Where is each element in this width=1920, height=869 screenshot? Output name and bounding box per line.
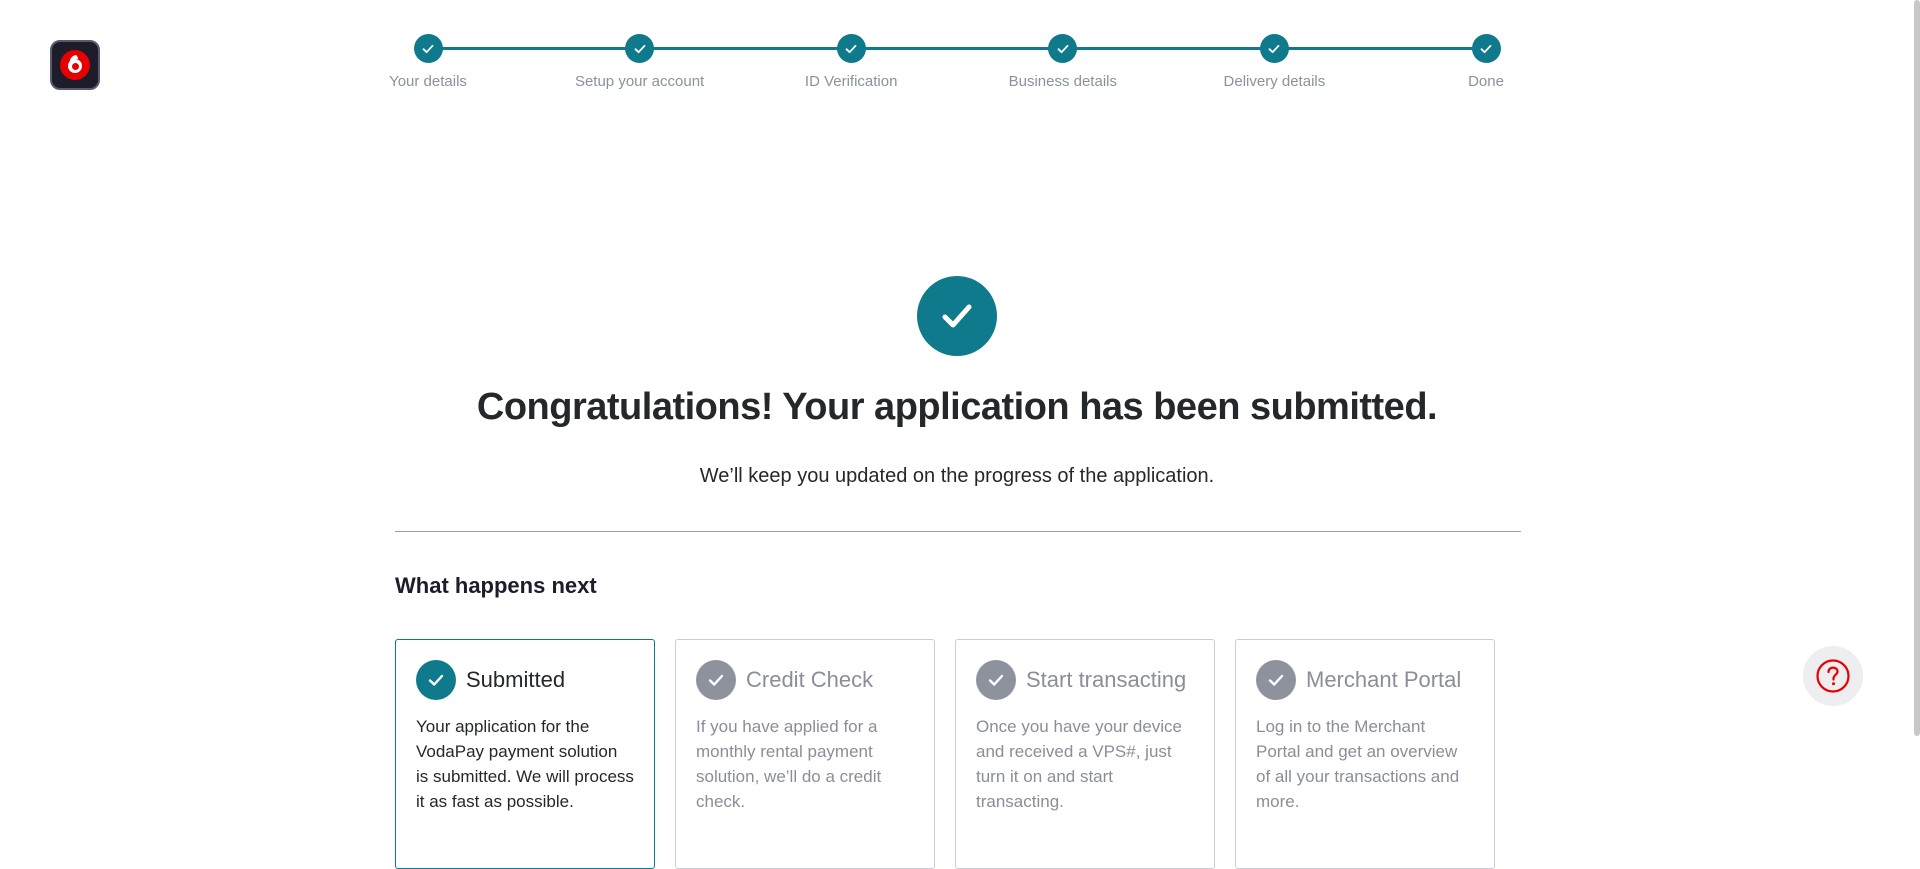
card-start-transacting: Start transacting Once you have your dev…: [955, 639, 1215, 869]
check-icon: [1048, 34, 1078, 63]
check-icon: [836, 34, 866, 63]
step-label: Delivery details: [1223, 73, 1326, 90]
step-setup-account: Setup your account: [560, 34, 720, 90]
card-title: Submitted: [466, 667, 566, 692]
step-delivery-details: Delivery details: [1194, 34, 1354, 90]
step-business-details: Business details: [983, 34, 1143, 90]
check-icon: [413, 34, 443, 63]
next-steps-cards: Submitted Your application for the VodaP…: [395, 639, 1495, 869]
card-merchant-portal: Merchant Portal Log in to the Merchant P…: [1235, 639, 1495, 869]
progress-stepper: Your details Setup your account ID Verif…: [389, 34, 1504, 104]
page-subtitle: We’ll keep you updated on the progress o…: [699, 465, 1215, 487]
card-body: Your application for the VodaPay payment…: [416, 717, 634, 811]
check-icon: [416, 660, 456, 700]
step-label: Business details: [1008, 73, 1117, 90]
step-id-verification: ID Verification: [771, 34, 931, 90]
card-body: Once you have your device and received a…: [976, 717, 1183, 811]
help-button[interactable]: [1803, 646, 1863, 706]
page-title: Congratulations! Your application has be…: [476, 386, 1438, 428]
card-credit-check: Credit Check If you have applied for a m…: [675, 639, 935, 869]
check-icon: [976, 660, 1016, 700]
check-icon: [1256, 660, 1296, 700]
scrollbar-thumb[interactable]: [1914, 0, 1920, 736]
step-label: Done: [1468, 73, 1504, 90]
step-your-details: Your details: [348, 34, 508, 90]
divider: [395, 531, 1521, 532]
success-check-icon: [917, 276, 997, 356]
check-icon: [696, 660, 736, 700]
card-submitted: Submitted Your application for the VodaP…: [395, 639, 655, 869]
step-label: Setup your account: [574, 73, 705, 90]
card-body: Log in to the Merchant Portal and get an…: [1256, 717, 1460, 811]
check-icon: [625, 34, 655, 63]
vodafone-logo-icon-svg: [60, 50, 90, 80]
check-icon: [1259, 34, 1289, 63]
check-icon: [1471, 34, 1501, 63]
step-label: ID Verification: [804, 73, 898, 90]
card-body: If you have applied for a monthly rental…: [696, 717, 882, 811]
card-title: Merchant Portal: [1306, 667, 1462, 692]
card-title: Start transacting: [1026, 667, 1187, 692]
vodafone-logo-icon[interactable]: [50, 40, 100, 90]
question-circle-icon: [1816, 659, 1850, 693]
step-label: Your details: [389, 73, 467, 90]
step-done: Done: [1406, 34, 1566, 90]
section-title: What happens next: [395, 573, 597, 598]
card-title: Credit Check: [746, 667, 874, 692]
